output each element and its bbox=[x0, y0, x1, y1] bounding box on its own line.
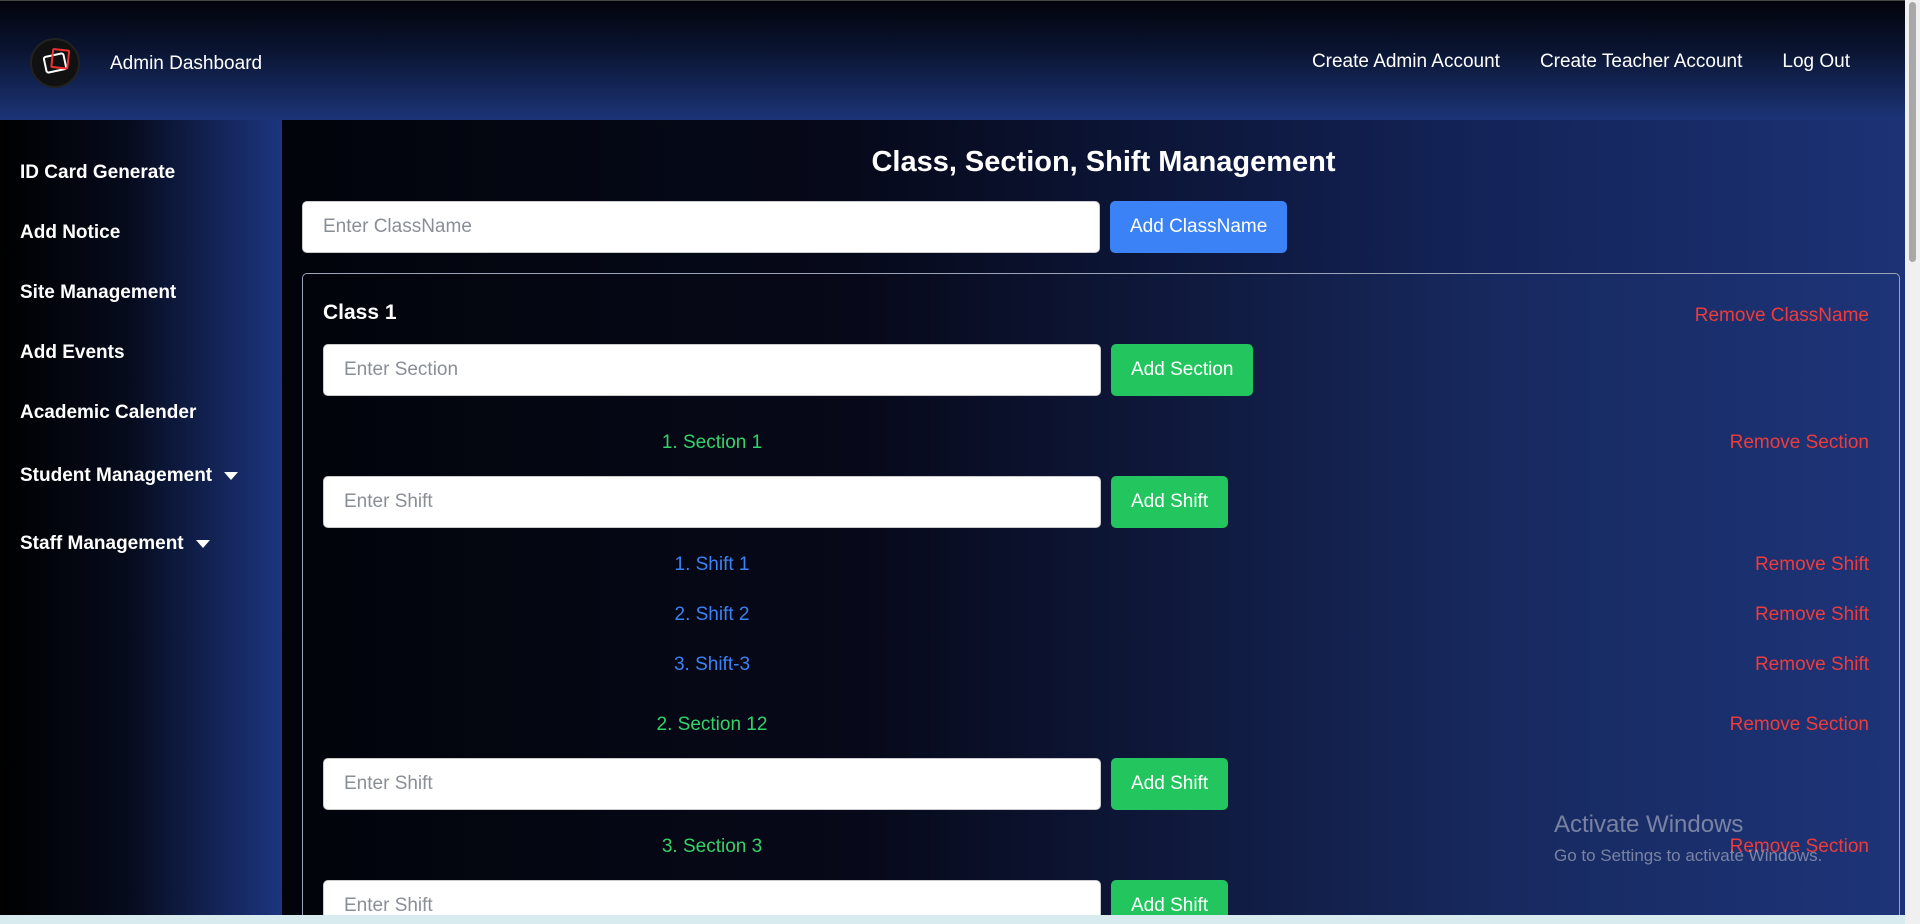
sidebar-item-label: Student Management bbox=[20, 465, 213, 486]
nav-links: Create Admin Account Create Teacher Acco… bbox=[1312, 51, 1850, 73]
activate-windows-subtitle: Go to Settings to activate Windows. bbox=[1554, 846, 1823, 865]
sidebar-item-label: ID Card Generate bbox=[20, 162, 176, 183]
remove-shift-button[interactable]: Remove Shift bbox=[1755, 554, 1869, 576]
remove-shift-button[interactable]: Remove Shift bbox=[1755, 604, 1869, 626]
add-shift-button[interactable]: Add Shift bbox=[1111, 476, 1229, 528]
sidebar-item-academic-calender[interactable]: Academic Calender bbox=[20, 402, 196, 424]
sidebar-item-label: Academic Calender bbox=[20, 402, 197, 423]
sidebar-item-label: Staff Management bbox=[20, 533, 184, 554]
page-scrollbar[interactable] bbox=[1905, 0, 1920, 924]
create-teacher-account-link[interactable]: Create Teacher Account bbox=[1540, 51, 1742, 73]
add-section-button[interactable]: Add Section bbox=[1111, 344, 1254, 396]
add-classname-button[interactable]: Add ClassName bbox=[1110, 201, 1288, 253]
caret-down-icon bbox=[224, 472, 239, 480]
sidebar-item-add-notice[interactable]: Add Notice bbox=[20, 222, 120, 244]
top-navbar: Admin Dashboard Create Admin Account Cre… bbox=[0, 0, 1905, 120]
section-item: 1. Section 1 bbox=[661, 432, 763, 453]
classname-input[interactable] bbox=[302, 201, 1100, 253]
page-title: Class, Section, Shift Management bbox=[871, 146, 1336, 178]
add-shift-button[interactable]: Add Shift bbox=[1111, 758, 1229, 810]
shift-item: 1. Shift 1 bbox=[674, 554, 750, 575]
section-item: 3. Section 3 bbox=[661, 836, 763, 857]
sidebar-item-staff-management[interactable]: Staff Management bbox=[20, 533, 210, 555]
remove-shift-button[interactable]: Remove Shift bbox=[1755, 654, 1869, 676]
sidebar-item-id-card-generate[interactable]: ID Card Generate bbox=[20, 162, 175, 184]
shift-item: 3. Shift-3 bbox=[673, 654, 751, 675]
sidebar-item-student-management[interactable]: Student Management bbox=[20, 465, 239, 487]
shift-item: 2. Shift 2 bbox=[674, 604, 750, 625]
create-admin-account-link[interactable]: Create Admin Account bbox=[1312, 51, 1500, 73]
shift-input[interactable] bbox=[323, 758, 1101, 810]
section-item: 2. Section 12 bbox=[656, 714, 768, 735]
remove-section-button[interactable]: Remove Section bbox=[1730, 714, 1869, 736]
sidebar-item-label: Add Notice bbox=[20, 222, 121, 243]
sidebar: ID Card Generate Add Notice Site Managem… bbox=[0, 120, 282, 915]
sidebar-item-label: Add Events bbox=[20, 342, 125, 363]
sidebar-item-add-events[interactable]: Add Events bbox=[20, 342, 125, 364]
remove-classname-button[interactable]: Remove ClassName bbox=[1695, 305, 1869, 327]
sidebar-item-site-management[interactable]: Site Management bbox=[20, 282, 176, 304]
main-content: Class, Section, Shift Management Add Cla… bbox=[282, 120, 1905, 924]
section-input[interactable] bbox=[323, 344, 1101, 396]
shift-input[interactable] bbox=[323, 476, 1101, 528]
log-out-link[interactable]: Log Out bbox=[1782, 51, 1850, 73]
logo-icon[interactable] bbox=[30, 38, 80, 88]
activate-windows-title: Activate Windows bbox=[1554, 811, 1744, 838]
brand-title: Admin Dashboard bbox=[110, 53, 263, 74]
bottom-edge bbox=[0, 915, 1905, 924]
remove-section-button[interactable]: Remove Section bbox=[1730, 432, 1869, 454]
sidebar-item-label: Site Management bbox=[20, 282, 177, 303]
class-name: Class 1 bbox=[323, 301, 397, 324]
caret-down-icon bbox=[195, 540, 210, 548]
scrollbar-thumb[interactable] bbox=[1909, 2, 1916, 262]
